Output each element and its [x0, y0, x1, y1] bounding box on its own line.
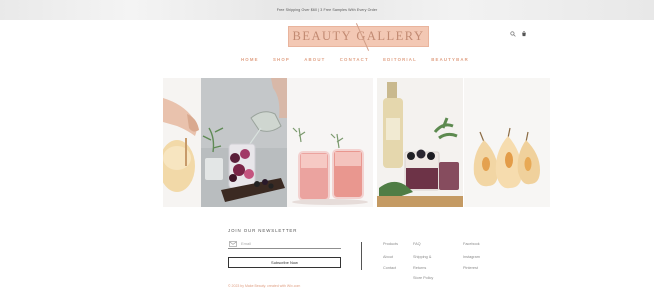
main-nav: HOME SHOP ABOUT CONTACT EDITORIAL BEAUTY…: [241, 55, 469, 63]
footer-link-instagram[interactable]: Instagram: [463, 255, 480, 259]
nav-contact[interactable]: CONTACT: [340, 57, 369, 62]
header-icons: [510, 31, 527, 37]
promo-banner-text: Free Shipping Over $60 | 3 Free Samples …: [276, 8, 378, 12]
nav-beautybar[interactable]: BEAUTYBAR: [431, 57, 469, 62]
subscribe-button[interactable]: Subscribe Now: [228, 257, 341, 268]
nav-home[interactable]: HOME: [241, 57, 259, 62]
newsletter-title: JOIN OUR NEWSLETTER: [228, 228, 298, 233]
photo-gallery: [163, 78, 550, 207]
promo-banner: Free Shipping Over $60 | 3 Free Samples …: [0, 0, 654, 20]
email-field[interactable]: [228, 238, 341, 249]
footer-link-faq[interactable]: FAQ: [413, 242, 421, 246]
nav-editorial[interactable]: EDITORIAL: [383, 57, 417, 62]
nav-about[interactable]: ABOUT: [304, 57, 325, 62]
footer-link-store-policy[interactable]: Store Policy: [413, 276, 433, 280]
footer-link-contact[interactable]: Contact: [383, 266, 396, 270]
search-icon[interactable]: [510, 31, 516, 37]
footer-link-shipping[interactable]: Shipping &: [413, 255, 431, 259]
nav-shop[interactable]: SHOP: [273, 57, 290, 62]
pink-cocktail-photo[interactable]: [287, 78, 373, 207]
footer-divider: [361, 242, 362, 270]
footer-link-about[interactable]: About: [383, 255, 393, 259]
blackberry-cocktail-photo[interactable]: [201, 78, 287, 207]
footer-link-pinterest[interactable]: Pinterest: [463, 266, 478, 270]
peach-cocktail-photo[interactable]: [163, 78, 201, 207]
footer-link-products[interactable]: Products: [383, 242, 398, 246]
footer-link-returns[interactable]: Returns: [413, 266, 426, 270]
footer-link-facebook[interactable]: Facebook: [463, 242, 480, 246]
bottle-cocktail-photo[interactable]: [377, 78, 463, 207]
pear-dessert-photo[interactable]: [464, 78, 550, 207]
copyright-text: © 2023 by Make Beauty. created with Wix.…: [228, 284, 301, 288]
cart-icon[interactable]: [521, 31, 527, 37]
